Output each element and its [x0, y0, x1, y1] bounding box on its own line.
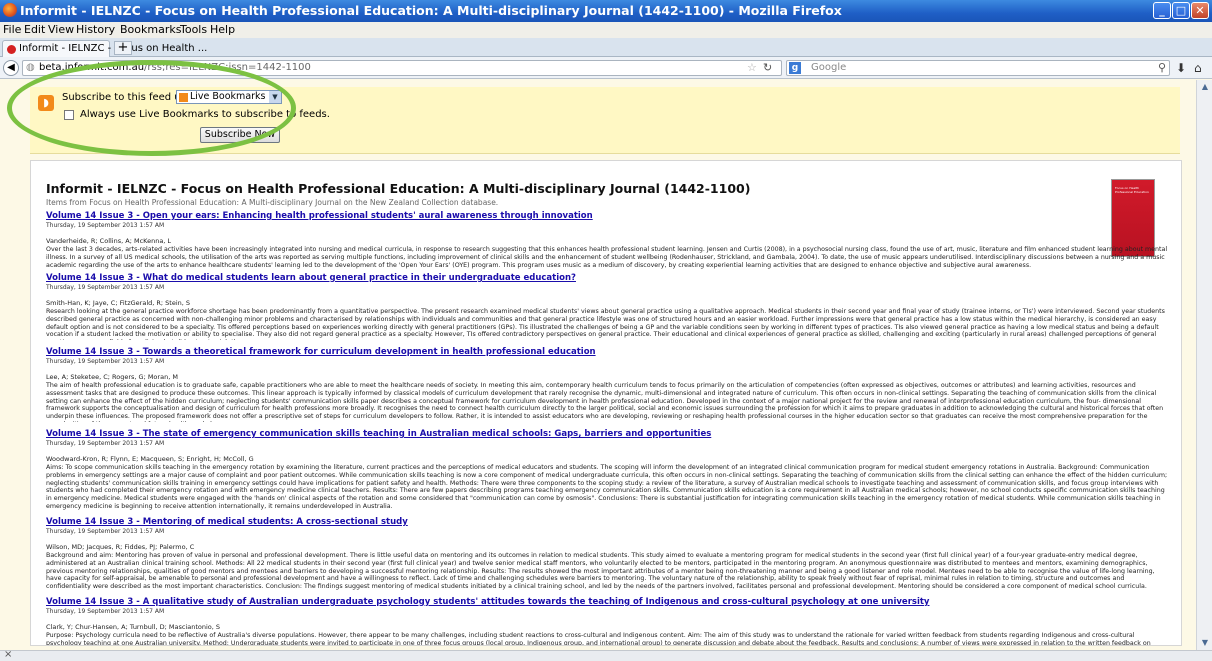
status-bar: ×: [0, 649, 1212, 661]
menu-edit[interactable]: Edit: [24, 23, 45, 36]
new-tab-button[interactable]: +: [114, 41, 132, 55]
window-title: Informit - IELNZC - Focus on Health Prof…: [20, 3, 842, 18]
google-icon[interactable]: g: [789, 62, 801, 74]
search-icon[interactable]: ⚲: [1158, 61, 1166, 74]
feed-entry: Volume 14 Issue 3 - Towards a theoretica…: [46, 347, 1168, 422]
entry-title-link[interactable]: Volume 14 Issue 3 - Towards a theoretica…: [46, 347, 1168, 357]
feed-entry: Volume 14 Issue 3 - A qualitative study …: [46, 597, 1168, 646]
menu-history[interactable]: History: [76, 23, 115, 36]
entry-authors: Wilson, MD; Jacques, R; Fiddes, PJ; Pale…: [46, 543, 195, 551]
home-icon[interactable]: ⌂: [1194, 61, 1202, 75]
entry-abstract: Purpose: Psychology curricula need to be…: [46, 632, 1151, 646]
feed-title: Informit - IELNZC - Focus on Health Prof…: [46, 181, 751, 196]
menu-bookmarks[interactable]: Bookmarks: [120, 23, 181, 36]
reload-icon[interactable]: ↻: [763, 61, 772, 74]
firefox-icon: [3, 3, 17, 17]
entry-authors: Lee, A; Steketee, C; Rogers, G; Moran, M: [46, 373, 178, 381]
entry-title-link[interactable]: Volume 14 Issue 3 - What do medical stud…: [46, 273, 1168, 283]
minimize-button[interactable]: _: [1153, 2, 1171, 19]
entry-date: Thursday, 19 September 2013 1:57 AM: [46, 358, 165, 365]
scroll-down-icon[interactable]: ▼: [1198, 636, 1212, 650]
entry-abstract: Aims: To scope communication skills teac…: [46, 464, 1168, 510]
entry-authors: Vanderheide, R; Collins, A; McKenna, L: [46, 237, 172, 245]
tab-informit[interactable]: Informit - IELNZC - Focus on Health ...: [2, 40, 207, 57]
site-identity-icon[interactable]: ◍: [26, 62, 35, 73]
bookmark-star-icon[interactable]: ☆: [747, 61, 757, 74]
entry-title-link[interactable]: Volume 14 Issue 3 - The state of emergen…: [46, 429, 1168, 439]
back-button[interactable]: ◀: [3, 60, 19, 76]
scroll-up-icon[interactable]: ▲: [1198, 80, 1212, 94]
feed-entry: Volume 14 Issue 3 - Mentoring of medical…: [46, 517, 1168, 591]
feed-content: Informit - IELNZC - Focus on Health Prof…: [30, 160, 1182, 646]
menu-tools[interactable]: Tools: [180, 23, 207, 36]
annotation-highlight-ellipse: [7, 60, 296, 156]
entry-authors: Woodward-Kron, R; Flynn, E; Macqueen, S;…: [46, 455, 254, 463]
close-findbar-icon[interactable]: ×: [4, 649, 12, 660]
entry-authors: Smith-Han, K; Jaye, C; FitzGerald, R; St…: [46, 299, 191, 307]
tab-bar: Informit - IELNZC - Focus on Health ... …: [0, 38, 1212, 57]
search-placeholder: Google: [811, 62, 847, 73]
feed-subtitle: Items from Focus on Health Professional …: [46, 198, 499, 207]
entry-authors: Clark, Y; Chur-Hansen, A; Turnbull, D; M…: [46, 623, 221, 631]
vertical-scrollbar[interactable]: ▲ ▼: [1196, 80, 1212, 650]
feed-entry: Volume 14 Issue 3 - What do medical stud…: [46, 273, 1168, 340]
entry-date: Thursday, 19 September 2013 1:57 AM: [46, 440, 165, 447]
entry-abstract: The aim of health professional education…: [46, 382, 1164, 422]
window-title-bar: Informit - IELNZC - Focus on Health Prof…: [0, 0, 1212, 22]
menu-view[interactable]: View: [48, 23, 74, 36]
entry-title-link[interactable]: Volume 14 Issue 3 - Open your ears: Enha…: [46, 211, 1168, 221]
entry-abstract: Over the last 3 decades, arts-related ac…: [46, 246, 1168, 269]
maximize-button[interactable]: □: [1172, 2, 1190, 19]
menu-bar: File Edit View History Bookmarks Tools H…: [0, 22, 1212, 38]
entry-date: Thursday, 19 September 2013 1:57 AM: [46, 528, 165, 535]
feed-entry: Volume 14 Issue 3 - The state of emergen…: [46, 429, 1168, 511]
entry-date: Thursday, 19 September 2013 1:57 AM: [46, 222, 165, 229]
entry-title-link[interactable]: Volume 14 Issue 3 - Mentoring of medical…: [46, 517, 1168, 527]
entry-abstract: Background and aim: Mentoring has proven…: [46, 552, 1155, 591]
menu-file[interactable]: File: [3, 23, 21, 36]
entry-date: Thursday, 19 September 2013 1:57 AM: [46, 284, 165, 291]
download-icon[interactable]: ⬇: [1176, 61, 1186, 75]
menu-help[interactable]: Help: [210, 23, 235, 36]
feed-entry: Volume 14 Issue 3 - Open your ears: Enha…: [46, 211, 1168, 269]
entry-title-link[interactable]: Volume 14 Issue 3 - A qualitative study …: [46, 597, 1168, 607]
search-bar[interactable]: g Google ⚲: [786, 60, 1170, 76]
close-button[interactable]: ✕: [1191, 2, 1209, 19]
site-favicon-icon: [7, 45, 16, 54]
entry-abstract: Research looking at the general practice…: [46, 308, 1165, 340]
entry-date: Thursday, 19 September 2013 1:57 AM: [46, 608, 165, 615]
